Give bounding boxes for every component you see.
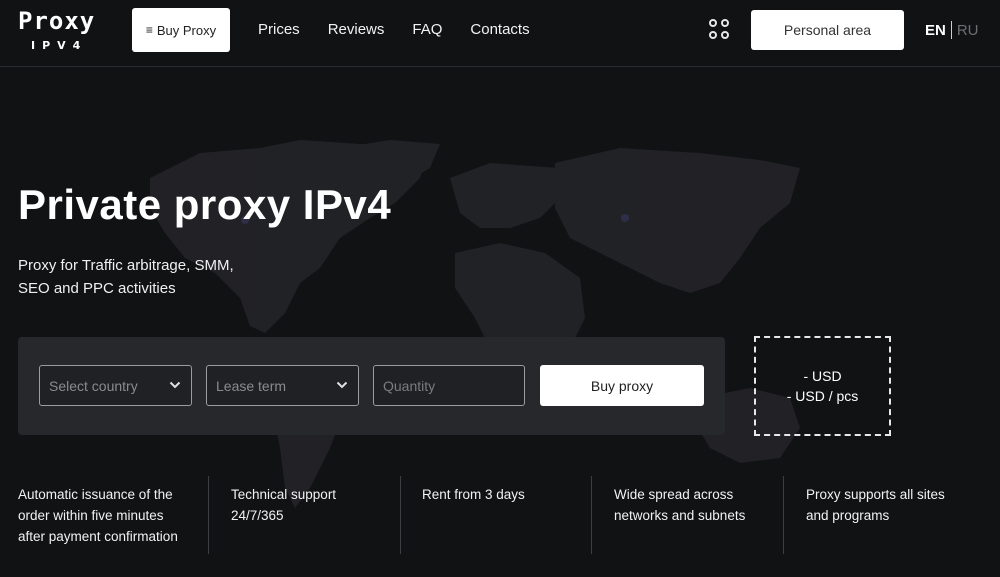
lang-en[interactable]: EN (925, 22, 946, 39)
feature-line: Wide spread across (614, 487, 734, 502)
feature-line: 24/7/365 (231, 508, 284, 523)
feature-item: Proxy supports all sites and programs (806, 484, 986, 526)
quantity-input[interactable] (383, 377, 524, 394)
logo-wordmark: Proxy (18, 7, 96, 35)
nav-prices[interactable]: Prices (258, 20, 300, 40)
buy-proxy-button[interactable]: Buy proxy (540, 365, 704, 406)
buy-proxy-menu-label: Buy Proxy (156, 22, 217, 38)
feature-line: after payment confirmation (18, 529, 178, 544)
menu-icon: ≡ (145, 23, 153, 37)
country-select[interactable]: Select country (39, 365, 192, 406)
features-list: Automatic issuance of the order within f… (0, 476, 1000, 556)
buy-proxy-menu-button[interactable]: ≡ Buy Proxy (132, 8, 230, 52)
chevron-down-icon (336, 381, 348, 389)
nav-reviews[interactable]: Reviews (328, 20, 385, 40)
order-form: Select country Lease term Buy proxy (18, 337, 725, 435)
lang-divider (950, 21, 952, 39)
feature-divider (208, 476, 209, 554)
hero-subtitle-line: Proxy for Traffic arbitrage, SMM, (18, 257, 234, 274)
chevron-down-icon (169, 381, 181, 389)
feature-item: Wide spread across networks and subnets (614, 484, 774, 526)
feature-item: Rent from 3 days (422, 484, 582, 505)
feature-divider (591, 476, 592, 554)
grid-dot (721, 19, 729, 27)
feature-line: Proxy supports all sites (806, 487, 945, 502)
price-summary: - USD - USD / pcs (754, 336, 891, 436)
language-switcher: EN RU (925, 21, 979, 39)
feature-line: and programs (806, 508, 890, 523)
site-header: Proxy IPV4 ≡ Buy Proxy Prices Reviews FA… (0, 0, 1000, 67)
map-node (621, 214, 629, 222)
logo-subtitle: IPV4 (31, 39, 88, 52)
price-total: - USD (803, 368, 842, 384)
map-europe (450, 163, 560, 228)
grid-icon[interactable] (709, 19, 731, 41)
page-title: Private proxy IPv4 (18, 181, 392, 228)
grid-dot (709, 31, 717, 39)
lease-term-select[interactable]: Lease term (206, 365, 359, 406)
lease-term-placeholder: Lease term (216, 377, 287, 394)
feature-item: Technical support 24/7/365 (231, 484, 391, 526)
price-per-piece: - USD / pcs (786, 388, 859, 404)
lang-ru[interactable]: RU (957, 22, 979, 39)
nav-faq[interactable]: FAQ (412, 20, 442, 40)
main-nav: Prices Reviews FAQ Contacts (258, 20, 558, 40)
feature-line: order within five minutes (18, 508, 164, 523)
map-asia (555, 148, 800, 293)
grid-dot (709, 19, 717, 27)
quantity-field[interactable] (373, 365, 525, 406)
feature-line: Rent from 3 days (422, 487, 525, 502)
feature-line: Technical support (231, 487, 337, 502)
country-select-placeholder: Select country (49, 377, 138, 394)
hero-subtitle: Proxy for Traffic arbitrage, SMM, SEO an… (18, 254, 288, 300)
feature-line: networks and subnets (614, 508, 746, 523)
grid-dot (721, 31, 729, 39)
feature-item: Automatic issuance of the order within f… (18, 484, 203, 547)
personal-area-button[interactable]: Personal area (751, 10, 904, 50)
nav-contacts[interactable]: Contacts (470, 20, 529, 40)
feature-line: Automatic issuance of the (18, 487, 173, 502)
logo[interactable]: Proxy IPV4 (18, 7, 98, 53)
feature-divider (400, 476, 401, 554)
feature-divider (783, 476, 784, 554)
hero-subtitle-line: SEO and PPC activities (18, 280, 176, 297)
